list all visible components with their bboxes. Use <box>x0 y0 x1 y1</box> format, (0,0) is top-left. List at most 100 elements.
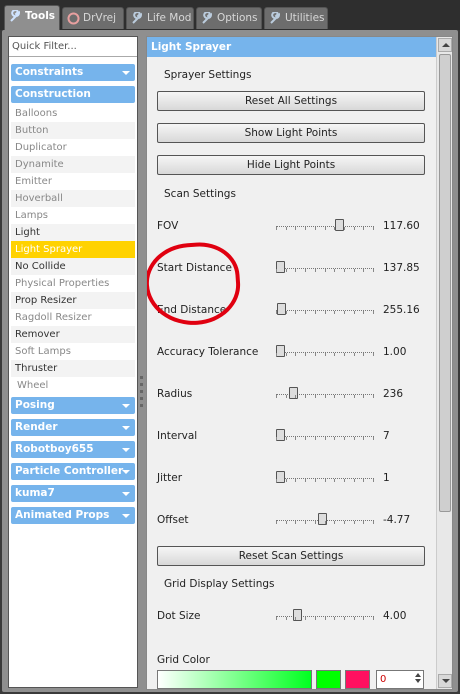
color-swatch-pink[interactable] <box>345 670 370 689</box>
tab-tools[interactable]: Tools <box>4 5 60 31</box>
tab-label: Options <box>217 12 258 24</box>
slider-label-fov: FOV <box>157 220 179 232</box>
tool-item-light[interactable]: Light <box>11 224 135 241</box>
category-label: kuma7 <box>15 487 55 499</box>
arrow-down-icon <box>442 679 450 683</box>
tool-item-hoverball[interactable]: Hoverball <box>11 190 135 207</box>
color-value-input[interactable]: 0 <box>376 670 424 689</box>
tool-item-soft-lamps[interactable]: Soft Lamps <box>11 343 135 360</box>
slider-label-radius: Radius <box>157 388 193 400</box>
arrow-up-icon <box>442 43 450 47</box>
slider-knob[interactable] <box>276 261 285 273</box>
slider-dot-size[interactable] <box>276 609 374 621</box>
category-render[interactable]: Render <box>11 419 135 436</box>
slider-value-dot-size: 4.00 <box>383 610 407 622</box>
slider-value-offset: -4.77 <box>383 514 411 526</box>
tool-item-ragdoll-resizer[interactable]: Ragdoll Resizer <box>11 309 135 326</box>
slider-value-accuracy-tolerance: 1.00 <box>383 346 407 358</box>
chevron-down-icon <box>122 492 130 496</box>
chevron-down-icon <box>122 448 130 452</box>
slider-label-interval: Interval <box>157 430 198 442</box>
category-animated-props[interactable]: Animated Props <box>11 507 135 524</box>
slider-knob[interactable] <box>335 219 344 231</box>
wrench-icon <box>10 10 21 22</box>
tool-item-emitter[interactable]: Emitter <box>11 173 135 190</box>
tool-item-lamps[interactable]: Lamps <box>11 207 135 224</box>
chevron-down-icon <box>122 71 130 75</box>
wrench-icon <box>202 12 213 24</box>
tool-item-balloons[interactable]: Balloons <box>11 105 135 122</box>
slider-knob[interactable] <box>276 345 285 357</box>
scroll-up-button[interactable] <box>438 38 452 52</box>
color-gradient-picker[interactable] <box>157 670 312 689</box>
reset-scan-settings-button[interactable]: Reset Scan Settings <box>157 546 425 566</box>
tool-item-wheel[interactable]: Wheel <box>11 377 135 394</box>
category-kuma7[interactable]: kuma7 <box>11 485 135 502</box>
panel-title: Light Sprayer <box>147 37 436 57</box>
category-constraints[interactable]: Constraints <box>11 64 135 81</box>
tab-life-mod[interactable]: Life Mod <box>126 7 194 29</box>
show-light-points-button[interactable]: Show Light Points <box>157 123 425 143</box>
tool-item-remover[interactable]: Remover <box>11 326 135 343</box>
slider-knob[interactable] <box>289 387 298 399</box>
chevron-down-icon <box>122 404 130 408</box>
slider-start-distance[interactable] <box>276 261 374 273</box>
tool-item-physical-properties[interactable]: Physical Properties <box>11 275 135 292</box>
tool-item-dynamite[interactable]: Dynamite <box>11 156 135 173</box>
slider-knob[interactable] <box>276 429 285 441</box>
slider-value-fov: 117.60 <box>383 220 420 232</box>
slider-value-start-distance: 137.85 <box>383 262 420 274</box>
slider-fov[interactable] <box>276 219 374 231</box>
tab-options[interactable]: Options <box>196 7 262 29</box>
category-label: Animated Props <box>15 509 110 521</box>
category-posing[interactable]: Posing <box>11 397 135 414</box>
section-scan-settings: Scan Settings <box>164 188 236 200</box>
tool-list-panel: Quick Filter... Constraints Construction… <box>8 36 138 688</box>
tab-label: Tools <box>25 10 56 22</box>
tab-drvrej[interactable]: DrVrej <box>62 7 124 29</box>
grid-color-label: Grid Color <box>157 654 210 666</box>
tab-utilities[interactable]: Utilities <box>264 7 328 29</box>
tool-item-thruster[interactable]: Thruster <box>11 360 135 377</box>
category-label: Render <box>15 421 58 433</box>
category-robotboy655[interactable]: Robotboy655 <box>11 441 135 458</box>
chevron-down-icon <box>122 514 130 518</box>
vertical-scrollbar[interactable] <box>436 37 452 689</box>
slider-label-start-distance: Start Distance <box>157 262 232 274</box>
tool-item-light-sprayer[interactable]: Light Sprayer <box>11 241 135 258</box>
category-particle-controller[interactable]: Particle Controller <box>11 463 135 480</box>
section-grid-display-settings: Grid Display Settings <box>164 578 275 590</box>
chevron-down-icon <box>122 470 130 474</box>
slider-value-end-distance: 255.16 <box>383 304 420 316</box>
slider-interval[interactable] <box>276 429 374 441</box>
slider-radius[interactable] <box>276 387 374 399</box>
slider-value-radius: 236 <box>383 388 404 400</box>
hide-light-points-button[interactable]: Hide Light Points <box>157 155 425 175</box>
slider-end-distance[interactable] <box>276 303 374 315</box>
scrollbar-thumb[interactable] <box>439 54 451 512</box>
slider-knob[interactable] <box>276 471 285 483</box>
tool-item-button[interactable]: Button <box>11 122 135 139</box>
wrench-icon <box>132 12 143 24</box>
slider-label-accuracy-tolerance: Accuracy Tolerance <box>157 346 259 358</box>
slider-label-jitter: Jitter <box>157 472 183 484</box>
scroll-down-button[interactable] <box>438 674 452 688</box>
slider-offset[interactable] <box>276 513 374 525</box>
slider-accuracy-tolerance[interactable] <box>276 345 374 357</box>
number-spinner[interactable] <box>415 673 421 685</box>
slider-label-end-distance: End Distance <box>157 304 227 316</box>
category-label: Robotboy655 <box>15 443 94 455</box>
tool-item-prop-resizer[interactable]: Prop Resizer <box>11 292 135 309</box>
panel-splitter[interactable] <box>139 372 144 462</box>
slider-knob[interactable] <box>277 303 286 315</box>
tool-item-duplicator[interactable]: Duplicator <box>11 139 135 156</box>
color-swatch-green[interactable] <box>316 670 341 689</box>
wrench-icon <box>270 12 281 24</box>
tool-item-no-collide[interactable]: No Collide <box>11 258 135 275</box>
slider-value-jitter: 1 <box>383 472 390 484</box>
slider-jitter[interactable] <box>276 471 374 483</box>
quick-filter-input[interactable]: Quick Filter... <box>9 37 137 57</box>
category-label: Posing <box>15 399 55 411</box>
category-construction[interactable]: Construction <box>11 86 135 103</box>
reset-all-settings-button[interactable]: Reset All Settings <box>157 91 425 111</box>
